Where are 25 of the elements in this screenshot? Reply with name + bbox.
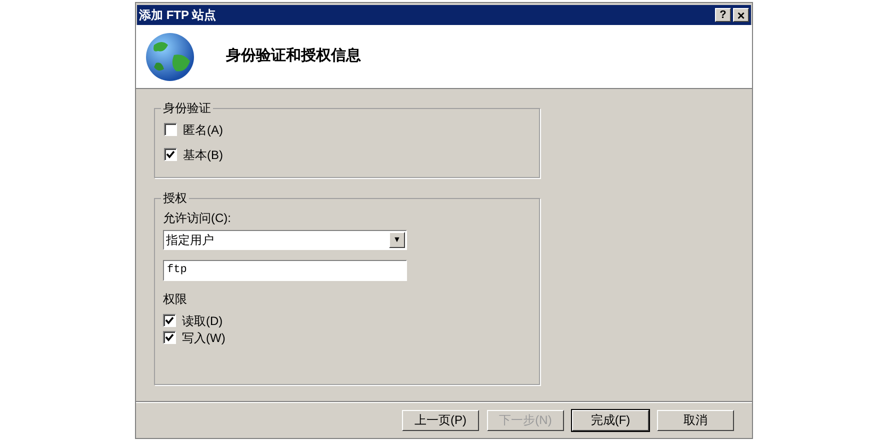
user-field[interactable]: ftp [163,260,407,281]
checkbox-label: 读取(D) [182,312,223,330]
checkbox[interactable] [164,123,177,136]
checkbox[interactable] [164,148,177,161]
group-legend: 身份验证 [161,100,213,116]
window-title: 添加 FTP 站点 [139,7,218,24]
checkbox[interactable] [163,314,176,327]
dialog-button[interactable]: 上一页(P) [402,410,479,430]
dialog-button[interactable]: 完成(F) [572,410,649,430]
checkbox-label: 基本(B) [183,146,223,164]
checkbox-label: 写入(W) [182,330,226,346]
access-label: 允许访问(C): [163,210,232,226]
checkbox-label: 匿名(A) [183,122,223,138]
dropdown-value: 指定用户 [165,232,215,249]
close-button[interactable]: × [733,8,749,22]
dialog-button[interactable]: 取消 [657,410,734,430]
page-heading: 身份验证和授权信息 [226,46,361,66]
globe-icon [144,30,196,82]
checkbox[interactable] [163,331,176,344]
dropdown-arrow-button[interactable]: ▼ [389,232,405,248]
user-value: ftp [167,263,187,278]
permissions-label: 权限 [163,291,188,307]
group-legend: 授权 [161,190,189,206]
access-dropdown[interactable]: 指定用户 ▼ [163,230,407,250]
help-button[interactable]: ? [715,8,731,22]
